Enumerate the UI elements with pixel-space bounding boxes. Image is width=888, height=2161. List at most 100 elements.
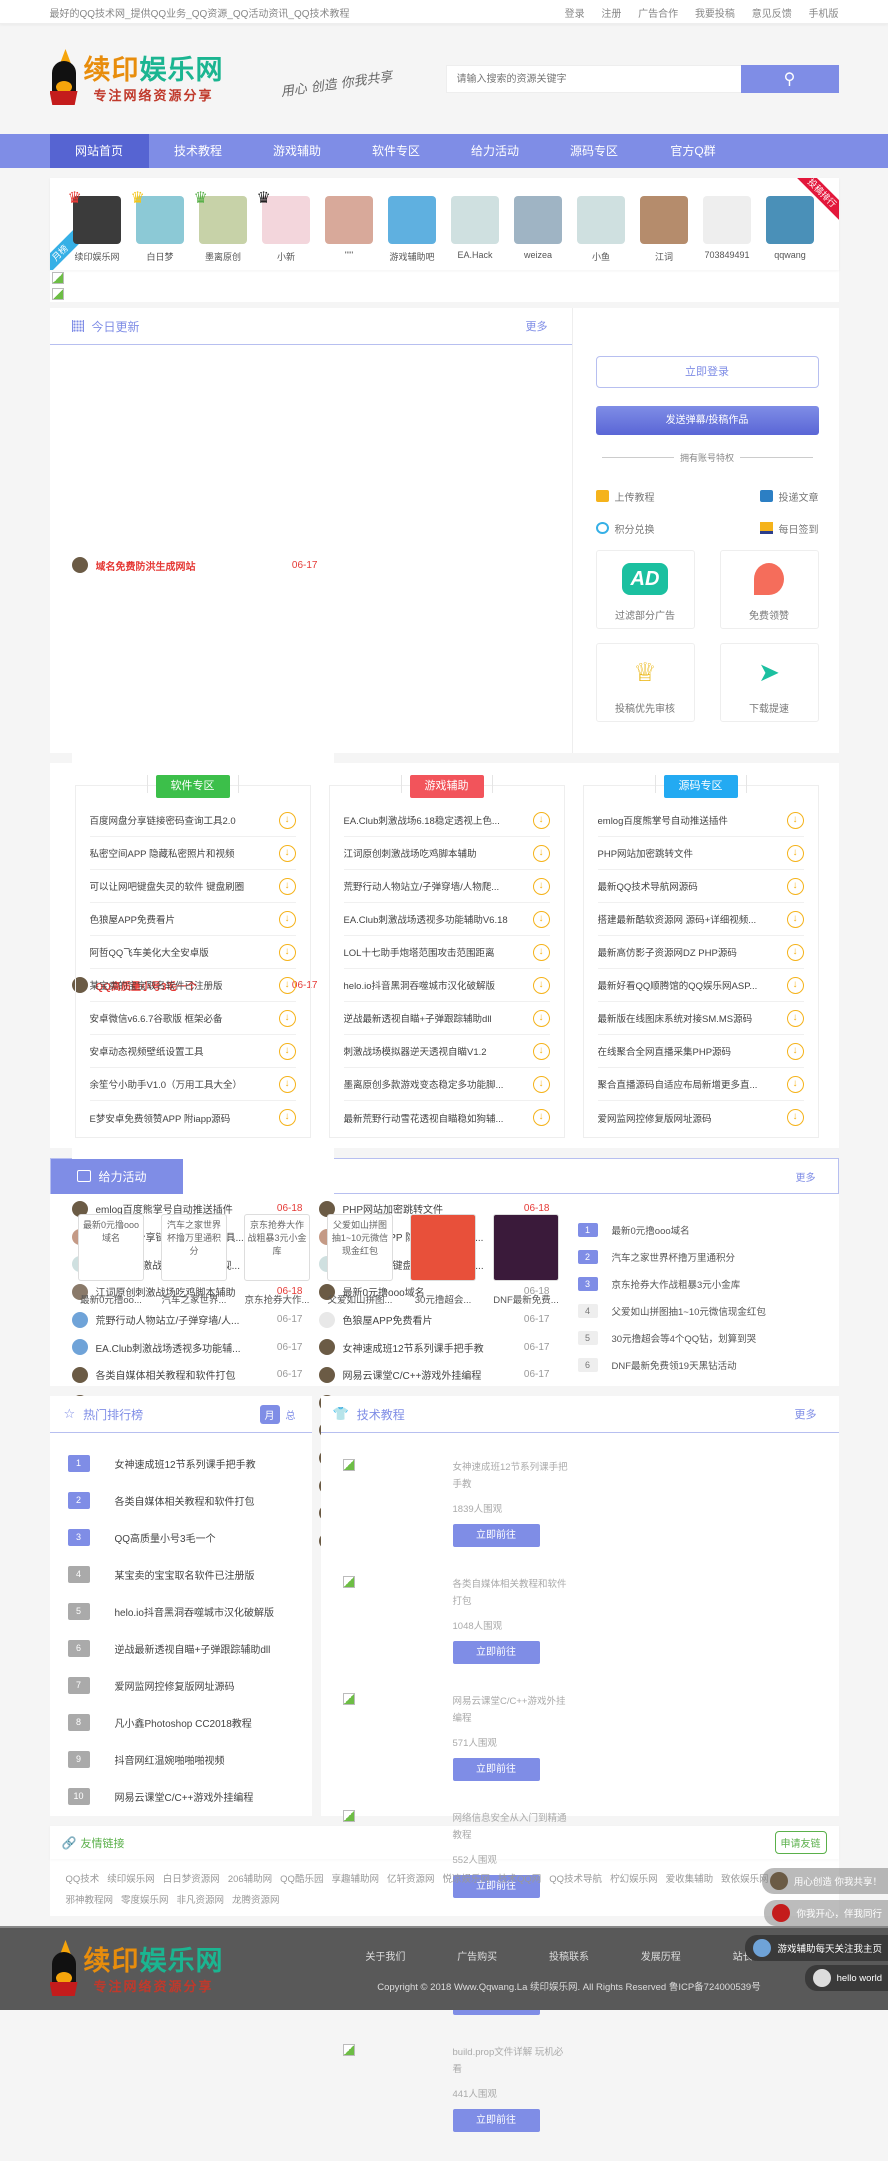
item-title[interactable]: helo.io抖音黑洞吞噬城市汉化破解版 [344,978,533,992]
star-user[interactable]: qqwang [759,196,822,263]
friend-link[interactable]: 亿轩资源网 [387,1869,435,1890]
download-icon[interactable]: ↓ [532,811,550,829]
download-icon[interactable]: ↓ [786,1009,804,1027]
rank-item[interactable]: 6 DNF最新免费领19天黑钻活动 [577,1351,766,1378]
login-button[interactable]: 立即登录 [595,356,819,388]
item-title[interactable]: 女神速成班12节系列课手把手教 [115,1456,256,1471]
download-icon[interactable]: ↓ [532,1009,550,1027]
download-icon[interactable]: ↓ [532,844,550,862]
download-icon[interactable]: ↓ [532,1042,550,1060]
star-user[interactable]: EA.Hack [444,196,507,263]
star-user[interactable]: 703849491 [696,196,759,263]
item-title[interactable]: 最新好看QQ顺腾馆的QQ娱乐网ASP... [598,978,787,992]
rank-item[interactable]: 5 helo.io抖音黑洞吞噬城市汉化破解版 [67,1593,312,1630]
activity-caption[interactable]: 京东抢券大作... [236,1292,319,1306]
activity-caption[interactable]: DNF最新免费... [485,1292,568,1306]
list-item[interactable]: 阿哲QQ飞车美化大全安卓版 ↓ [89,936,296,969]
list-item[interactable]: 某宝卖的宝宝取名软件已注册版 ↓ [89,969,296,1002]
tutorial-title[interactable]: 网络信息安全从入门到精通教程 [453,1810,573,1844]
item-title[interactable]: 域名免费防洪生成网站 [96,558,246,573]
download-icon[interactable]: ↓ [532,877,550,895]
zone-tag[interactable]: 游戏辅助 [400,775,493,798]
friend-link[interactable]: 零度娱乐网 [121,1890,169,1911]
list-item[interactable]: EA.Club刺激战场6.18稳定透视上色... ↓ [343,804,550,837]
download-icon[interactable]: ↓ [532,943,550,961]
item-title[interactable]: 江词原创刺激战场吃鸡脚本辅助 [344,846,533,860]
rank-item[interactable]: 1 最新0元撸ooo域名 [577,1216,766,1243]
list-item[interactable]: PHP网站加密跳转文件 ↓ [597,837,804,870]
item-title[interactable]: 荒野行动人物站立/子弹穿墙/人物爬... [344,879,533,893]
list-item[interactable]: 爱网监网控修复版网址源码 ↓ [598,1101,804,1134]
item-title[interactable]: LOL十七助手炮塔范围攻击范围距离 [344,945,533,959]
rank-item[interactable]: 4 某宝卖的宝宝取名软件已注册版 [67,1556,312,1593]
activity-card[interactable]: 30元撸超会... [402,1214,485,1378]
mobile-link[interactable]: 手机版 [809,9,839,20]
item-title[interactable]: 父爱如山拼图抽1~10元微信现金红包 [612,1304,766,1318]
footer-about[interactable]: 关于我们 [365,1948,405,1963]
submit-link[interactable]: 我要投稿 [695,9,735,20]
go-button[interactable]: 立即前往 [452,2109,540,2132]
activity-card[interactable]: 最新0元撸ooo域名 最新0元撸oo... [70,1214,153,1378]
nav-qq-group[interactable]: 官方Q群 [644,134,743,168]
friend-link[interactable]: 悦凉娱乐网 [442,1869,490,1890]
activity-caption[interactable]: 30元撸超会... [402,1292,485,1306]
item-title[interactable]: 最新版在线图床系统对接SM.MS源码 [598,1011,787,1025]
tutorial-title[interactable]: 网易云课堂C/C++游戏外挂编程 [453,1693,573,1727]
download-icon[interactable]: ↓ [786,811,804,829]
download-icon[interactable]: ↓ [278,811,296,829]
rank-item[interactable]: 3 QQ高质量小号3毛一个 [67,1519,312,1556]
download-icon[interactable]: ↓ [786,877,804,895]
tutorial-image[interactable] [342,1576,453,1693]
list-item[interactable]: 最新QQ技术导航网源码 ↓ [597,870,804,903]
rank-item[interactable]: 6 逆战最新透视自瞄+子弹跟踪辅助dll [67,1630,312,1667]
download-icon[interactable]: ↓ [278,844,296,862]
rank-item[interactable]: 3 京东抢券大作战粗暴3元小金库 [577,1270,766,1297]
download-icon[interactable]: ↓ [532,1075,550,1093]
item-title[interactable]: 聚合直播源码自适应布局新增更多直... [598,1077,787,1091]
item-title[interactable]: DNF最新免费领19天黑钻活动 [612,1358,737,1372]
rank-item[interactable]: 4 父爱如山拼图抽1~10元微信现金红包 [577,1297,766,1324]
list-item[interactable]: 色狼屋APP免费看片 ↓ [89,903,296,936]
download-icon[interactable]: ↓ [278,1009,296,1027]
rank-item[interactable]: 9 抖音网红温婉啪啪啪视频 [67,1741,312,1778]
item-title[interactable]: 在线聚合全网直播采集PHP源码 [598,1044,787,1058]
download-icon[interactable]: ↓ [786,844,804,862]
activity-card[interactable]: 父爱如山拼图抽1~10元微信现金红包 父爱如山拼图... [319,1214,402,1378]
tab-monthly[interactable]: 月 [259,1404,280,1424]
list-item[interactable]: 百度网盘分享链接密码查询工具2.0 ↓ [89,804,296,837]
footer-history[interactable]: 发展历程 [641,1948,681,1963]
item-title[interactable]: 某宝卖的宝宝取名软件已注册版 [115,1567,255,1582]
zone-tag[interactable]: 软件专区 [146,775,239,798]
friend-link[interactable]: QQ酷乐园 [280,1869,323,1890]
friend-link[interactable]: 享趣辅助网 [331,1869,379,1890]
nav-game-assist[interactable]: 游戏辅助 [248,134,347,168]
tutorial-image[interactable] [342,2044,453,2161]
activity-image[interactable] [410,1214,476,1281]
activity-image[interactable]: 京东抢券大作战粗暴3元小金库 [244,1214,310,1281]
footer-contact[interactable]: 投稿联系 [549,1948,589,1963]
item-title[interactable]: E梦安卓免费领赞APP 附iapp源码 [90,1111,279,1125]
item-title[interactable]: 刺激战场模拟器逆天透视自瞄V1.2 [344,1044,533,1058]
activity-card[interactable]: 京东抢券大作战粗暴3元小金库京东抢券大作... [236,1214,319,1378]
list-item[interactable]: E梦安卓免费领赞APP 附iapp源码 ↓ [90,1101,296,1134]
download-icon[interactable]: ↓ [278,976,296,994]
rank-item[interactable]: 8 凡小鑫Photoshop CC2018教程 [67,1704,312,1741]
rank-item[interactable]: 2 汽车之家世界杯撸万里通积分 [577,1243,766,1270]
tutorial-title[interactable]: 女神速成班12节系列课手把手教 [453,1459,573,1493]
star-user[interactable]: 游戏辅助吧 [381,196,444,263]
rank-item[interactable]: 5 30元撸超会等4个QQ钻，划算到哭 [577,1324,766,1351]
zone-tag[interactable]: 源码专区 [654,775,747,798]
login-link[interactable]: 登录 [565,9,585,20]
activity-caption[interactable]: 汽车之家世界... [153,1292,236,1306]
friend-link[interactable]: QQ技术导航 [549,1869,602,1890]
star-user[interactable]: ♛ 续印娱乐网 [66,190,129,263]
footer-ads[interactable]: 广告购买 [457,1948,497,1963]
list-item[interactable]: 刺激战场模拟器逆天透视自瞄V1.2 ↓ [343,1035,550,1068]
more-link[interactable]: 更多 [526,318,548,334]
item-title[interactable]: helo.io抖音黑洞吞噬城市汉化破解版 [115,1604,274,1619]
download-icon[interactable]: ↓ [786,910,804,928]
list-item[interactable]: helo.io抖音黑洞吞噬城市汉化破解版 ↓ [343,969,550,1002]
friend-link[interactable]: 续印娱乐网 [107,1869,155,1890]
download-icon[interactable]: ↓ [278,943,296,961]
friend-link[interactable]: 爱收集辅助 [666,1869,714,1890]
